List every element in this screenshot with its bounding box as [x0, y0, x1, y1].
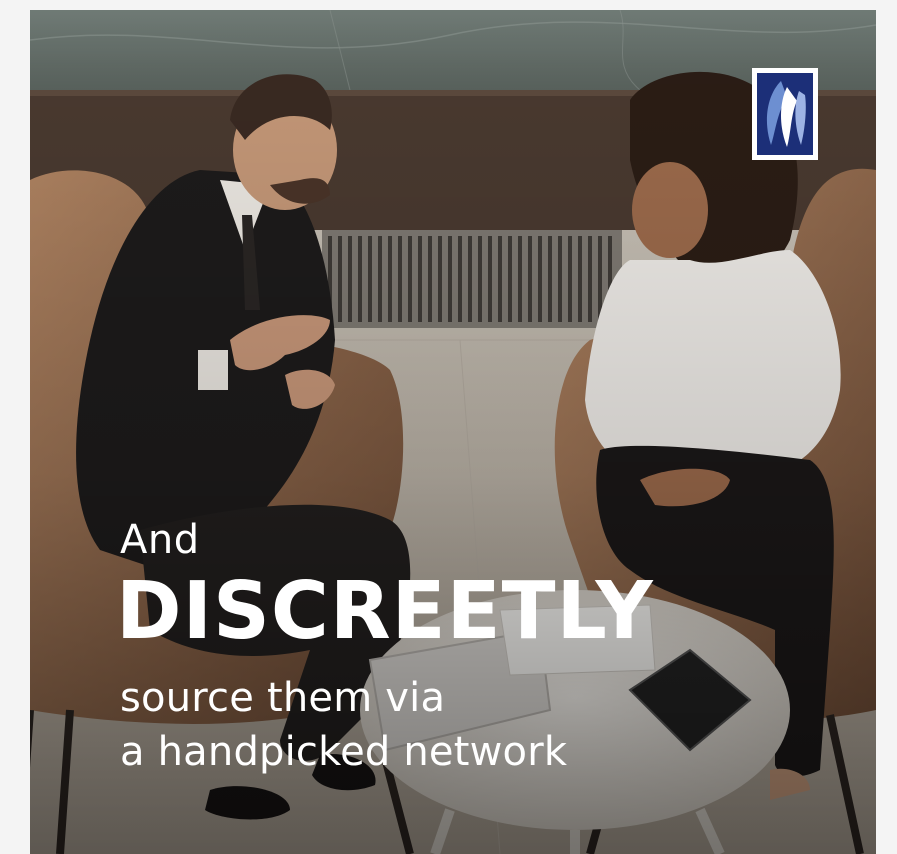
promo-card: And DISCREETLY source them via a handpic…: [30, 10, 876, 854]
headline-line-2: a handpicked network: [120, 729, 568, 775]
headline-line-1: source them via: [120, 675, 446, 721]
bank-logo-icon: [757, 73, 813, 155]
headline-emphasis: DISCREETLY: [116, 565, 654, 657]
bank-logo: [752, 68, 818, 160]
headline-intro: And: [120, 517, 200, 563]
